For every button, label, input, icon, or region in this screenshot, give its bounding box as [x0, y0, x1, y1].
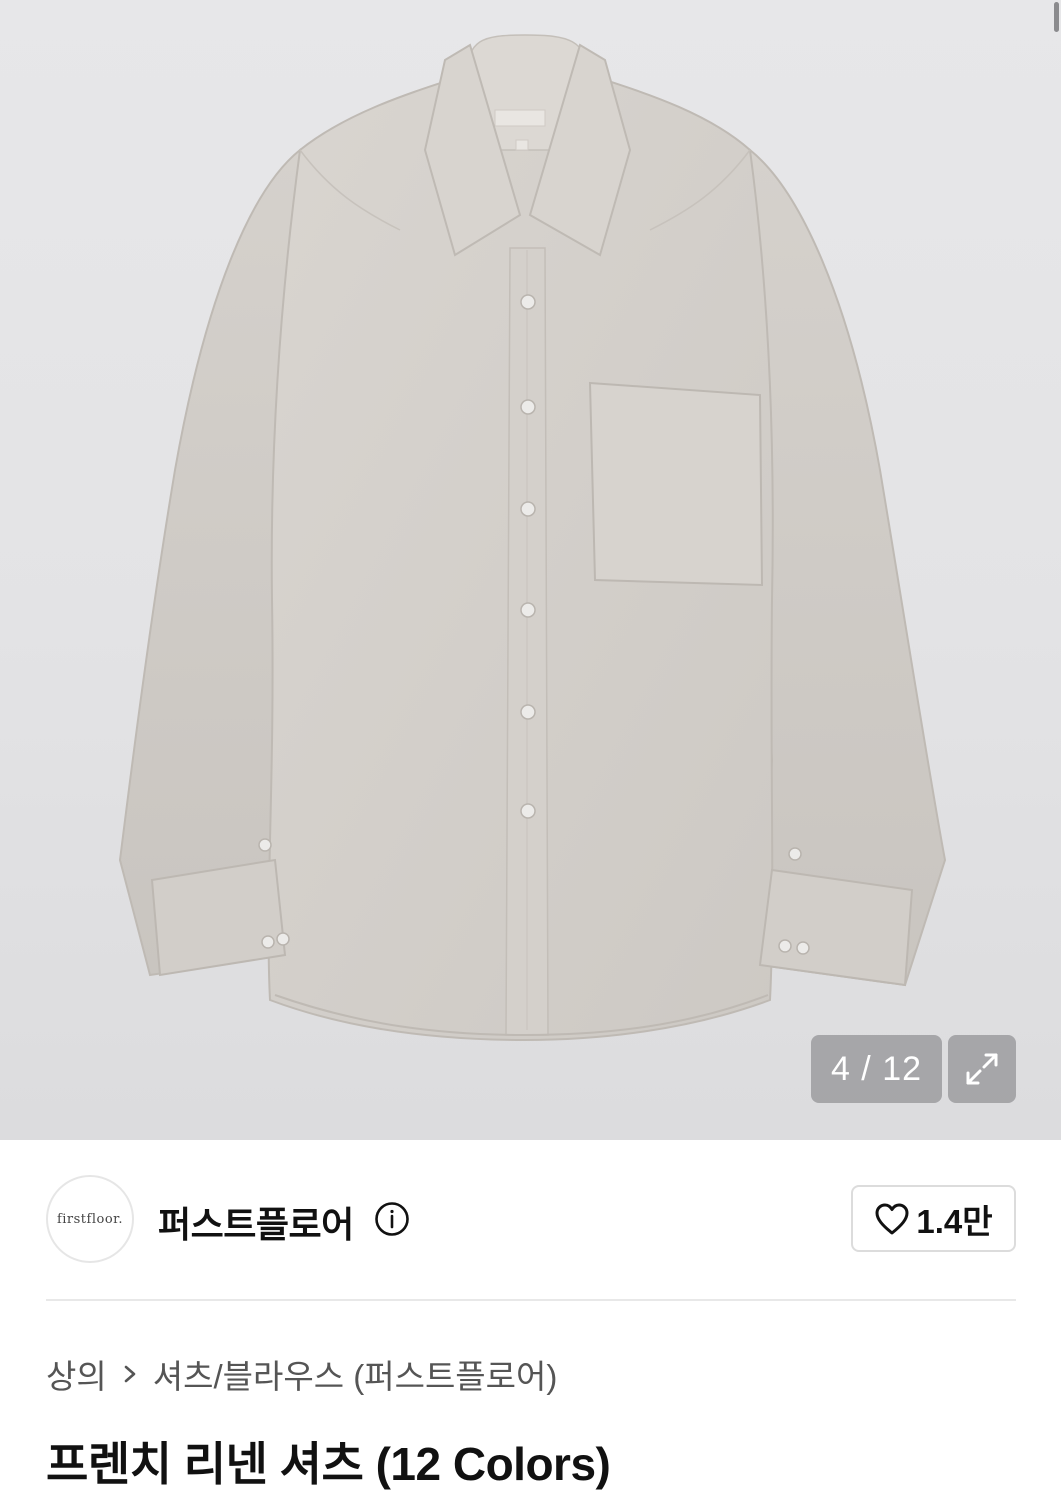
section-divider [46, 1299, 1016, 1301]
product-title: 프렌치 리넨 셔츠 (12 Colors) [46, 1438, 611, 1490]
breadcrumb-subcategory[interactable]: 셔츠/블라우스 (퍼스트플로어) [153, 1350, 558, 1398]
like-count: 1.4만 [916, 1202, 993, 1240]
scrollbar-thumb[interactable] [1054, 2, 1059, 32]
product-image-gallery[interactable]: 4 / 12 [0, 0, 1061, 1140]
brand-logo[interactable]: firstfloor. [46, 1175, 134, 1263]
info-icon[interactable] [374, 1201, 410, 1237]
breadcrumb-category[interactable]: 상의 [46, 1350, 107, 1398]
heart-outline-icon [875, 1203, 909, 1234]
chevron-right-icon [124, 1365, 136, 1383]
like-button[interactable]: 1.4만 [851, 1185, 1016, 1252]
breadcrumb: 상의 셔츠/블라우스 (퍼스트플로어) [46, 1350, 557, 1398]
product-photo-linen-shirt [118, 34, 947, 1042]
expand-image-button[interactable] [948, 1035, 1016, 1103]
image-counter: 4 / 12 [811, 1035, 942, 1103]
expand-arrows-icon [966, 1053, 998, 1085]
brand-name-link[interactable]: 퍼스트플로어 [158, 1196, 354, 1248]
